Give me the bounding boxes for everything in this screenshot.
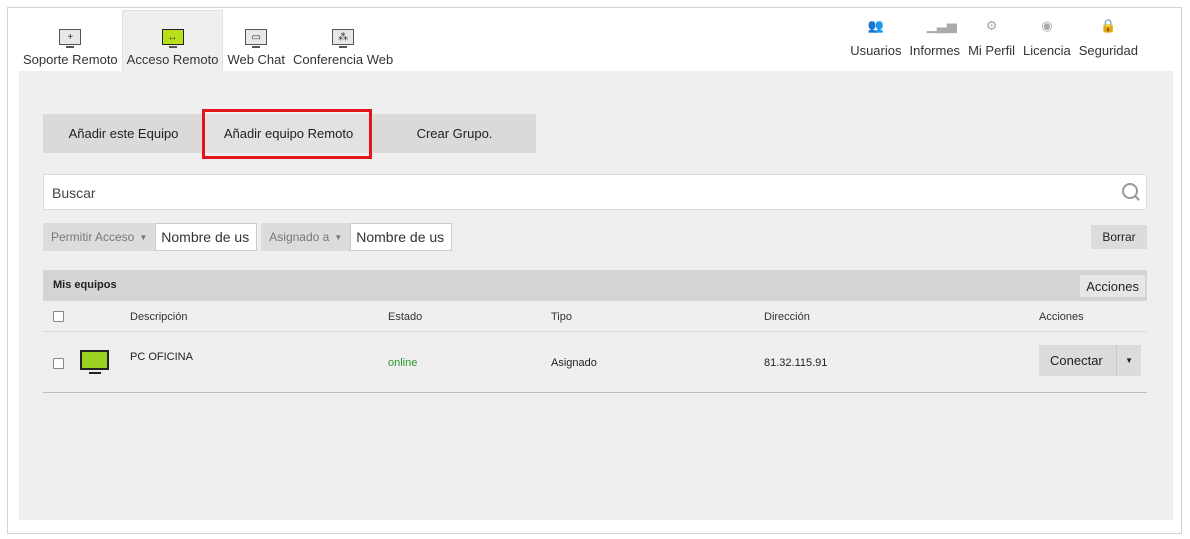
nav-acceso-remoto[interactable]: ↔ Acceso Remoto: [121, 10, 224, 72]
nav-label: Usuarios: [850, 43, 902, 58]
nav-seguridad[interactable]: 🔒 Seguridad: [1079, 18, 1138, 58]
account-nav: 👥 Usuarios ▁▃▅ Informes ⚙ Mi Perfil ◉ Li…: [850, 18, 1138, 58]
row-address: 81.32.115.91: [764, 357, 828, 369]
col-type[interactable]: Tipo: [551, 311, 572, 323]
nav-label: Web Chat: [227, 52, 286, 67]
nav-label: Soporte Remoto: [23, 52, 118, 67]
nav-label: Licencia: [1023, 43, 1071, 58]
main-nav: + Soporte Remoto ↔ Acceso Remoto ▭ Web C…: [19, 10, 397, 72]
nav-label: Informes: [909, 43, 961, 58]
assigned-user-input[interactable]: [350, 223, 453, 251]
table-title: Mis equipos: [53, 279, 117, 291]
nav-label: Seguridad: [1078, 43, 1138, 58]
search-box: [43, 174, 1147, 211]
row-type: Asignado: [551, 357, 597, 369]
main-panel: Añadir este Equipo Añadir equipo Remoto …: [19, 71, 1173, 520]
search-icon[interactable]: [1122, 183, 1138, 199]
filters: Permitir Acceso ▼ Asignado a ▼: [43, 223, 453, 251]
nav-soporte-remoto[interactable]: + Soporte Remoto: [19, 10, 122, 72]
nav-mi-perfil[interactable]: ⚙ Mi Perfil: [968, 18, 1015, 58]
assigned-filter-label: Asignado a: [269, 230, 330, 244]
row-state: online: [388, 357, 418, 369]
bulk-actions-button[interactable]: Acciones: [1080, 275, 1145, 297]
gear-icon: ⚙: [985, 18, 998, 33]
access-filter-label: Permitir Acceso: [51, 230, 135, 244]
col-state[interactable]: Estado: [388, 311, 422, 323]
connect-button[interactable]: Conectar: [1039, 353, 1116, 368]
remote-access-icon: ↔: [161, 29, 184, 48]
connect-button-group: Conectar ▼: [1039, 345, 1141, 376]
reports-icon: ▁▃▅: [926, 18, 957, 33]
remote-support-icon: +: [59, 29, 82, 48]
row-checkbox[interactable]: [53, 358, 64, 369]
access-filter-select[interactable]: Permitir Acceso ▼: [43, 223, 156, 251]
toolbar: Añadir este Equipo Añadir equipo Remoto …: [43, 114, 536, 153]
column-headers: Descripción Estado Tipo Dirección Accion…: [43, 301, 1147, 332]
nav-label: Acceso Remoto: [126, 52, 219, 67]
assigned-filter-select[interactable]: Asignado a ▼: [261, 223, 351, 251]
col-description[interactable]: Descripción: [130, 311, 187, 323]
add-remote-device-button[interactable]: Añadir equipo Remoto: [204, 114, 373, 153]
web-chat-icon: ▭: [245, 29, 268, 48]
clear-button[interactable]: Borrar: [1091, 225, 1147, 249]
nav-informes[interactable]: ▁▃▅ Informes: [909, 18, 960, 58]
chevron-down-icon[interactable]: ▼: [1116, 345, 1141, 376]
search-input[interactable]: [44, 175, 1114, 211]
select-all-checkbox[interactable]: [53, 311, 64, 322]
nav-conferencia-web[interactable]: ⁂ Conferencia Web: [289, 10, 397, 72]
chevron-down-icon: ▼: [334, 232, 343, 242]
chevron-down-icon: ▼: [139, 232, 148, 242]
access-user-input[interactable]: [155, 223, 258, 251]
users-icon: 👥: [867, 18, 885, 33]
col-actions: Acciones: [1039, 311, 1084, 323]
nav-usuarios[interactable]: 👥 Usuarios: [850, 18, 901, 58]
row-description: PC OFICINA: [130, 351, 193, 363]
web-conference-icon: ⁂: [332, 29, 355, 48]
add-this-device-button[interactable]: Añadir este Equipo: [43, 114, 204, 153]
computer-icon: [80, 350, 109, 374]
lock-icon: 🔒: [1100, 18, 1117, 33]
nav-licencia[interactable]: ◉ Licencia: [1023, 18, 1071, 58]
nav-web-chat[interactable]: ▭ Web Chat: [223, 10, 289, 72]
col-address[interactable]: Dirección: [764, 311, 810, 323]
nav-label: Conferencia Web: [293, 52, 394, 67]
table-header: Mis equipos Acciones: [43, 270, 1147, 301]
nav-label: Mi Perfil: [968, 43, 1016, 58]
table-row[interactable]: PC OFICINA online Asignado 81.32.115.91 …: [43, 333, 1147, 393]
create-group-button[interactable]: Crear Grupo.: [373, 114, 536, 153]
license-icon: ◉: [1041, 18, 1053, 33]
